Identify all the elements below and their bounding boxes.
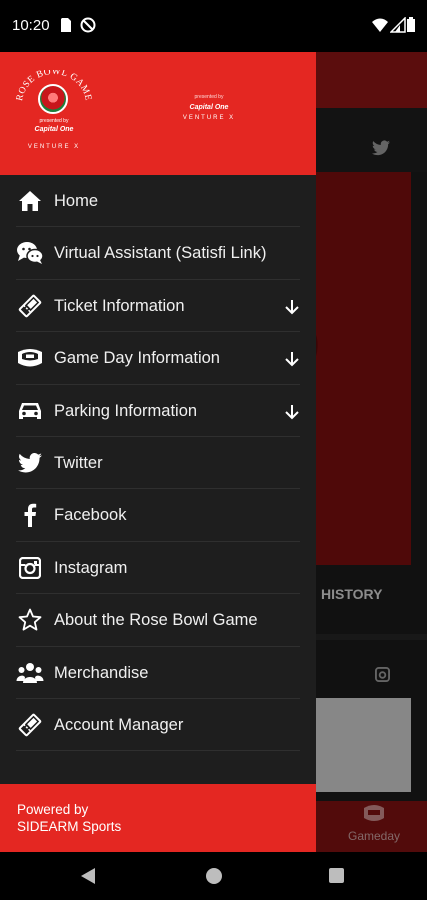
menu-item-label: Merchandise xyxy=(54,663,149,682)
menu-item-instagram[interactable]: Instagram xyxy=(0,542,316,595)
expand-arrow-icon[interactable] xyxy=(282,402,302,422)
instagram-icon xyxy=(16,554,44,582)
wifi-icon xyxy=(372,18,388,32)
menu-item-label: Virtual Assistant (Satisfi Link) xyxy=(54,244,267,263)
powered-by-text: Powered by xyxy=(17,802,89,817)
menu-item-label: Facebook xyxy=(54,506,127,525)
home-icon xyxy=(16,187,44,215)
menu-item-virtual-assistant[interactable]: Virtual Assistant (Satisfi Link) xyxy=(0,227,316,280)
menu-item-ticket-information[interactable]: Ticket Information xyxy=(0,280,316,333)
rose-icon xyxy=(38,84,68,114)
drawer-menu: Home Virtual Assistant (Satisfi Link) Ti… xyxy=(0,175,316,752)
status-bar: 10:20 xyxy=(0,0,427,52)
twitter-icon xyxy=(16,449,44,477)
drawer-header: ROSE BOWL GAME presented by Capital One … xyxy=(0,52,316,175)
menu-item-label: Parking Information xyxy=(54,401,198,420)
divider xyxy=(16,750,300,752)
car-icon xyxy=(16,397,44,425)
menu-item-game-day-information[interactable]: Game Day Information xyxy=(0,332,316,385)
sponsor-venture-text: VENTURE X xyxy=(182,115,236,121)
recents-button[interactable] xyxy=(329,868,344,883)
menu-item-label: Ticket Information xyxy=(54,296,185,315)
menu-item-label: Game Day Information xyxy=(54,349,220,368)
navigation-drawer: ROSE BOWL GAME presented by Capital One … xyxy=(0,52,316,852)
sponsor-logo: presented by Capital One VENTURE X xyxy=(176,94,242,121)
menu-item-about[interactable]: About the Rose Bowl Game xyxy=(0,594,316,647)
expand-arrow-icon[interactable] xyxy=(282,349,302,369)
menu-item-label: Twitter xyxy=(54,453,103,472)
sponsor-presented-text: presented by xyxy=(194,94,224,100)
ticket-icon xyxy=(16,711,44,739)
sponsor-name-text: Capital One xyxy=(189,104,229,111)
signal-icon xyxy=(390,17,406,33)
expand-arrow-icon[interactable] xyxy=(282,297,302,317)
home-button[interactable] xyxy=(206,868,222,884)
back-icon[interactable] xyxy=(80,867,96,885)
battery-icon xyxy=(407,17,415,32)
ticket-icon xyxy=(16,292,44,320)
menu-item-home[interactable]: Home xyxy=(0,175,316,228)
drawer-footer[interactable]: Powered by SIDEARM Sports xyxy=(0,784,316,852)
rose-bowl-logo[interactable]: ROSE BOWL GAME presented by Capital One … xyxy=(16,70,92,158)
menu-item-label: Instagram xyxy=(54,558,128,577)
menu-item-label: About the Rose Bowl Game xyxy=(54,611,258,630)
stadium-icon xyxy=(16,344,44,372)
menu-item-account-manager[interactable]: Account Manager xyxy=(0,699,316,752)
menu-item-twitter[interactable]: Twitter xyxy=(0,437,316,490)
sidearm-sports-text: SIDEARM Sports xyxy=(17,819,122,834)
logo-venture-text: VENTURE X xyxy=(27,144,81,150)
logo-presented-text: presented by xyxy=(39,118,69,124)
facebook-icon xyxy=(16,501,44,529)
system-nav-bar xyxy=(0,852,427,900)
chat-icon xyxy=(16,239,44,267)
menu-item-parking-information[interactable]: Parking Information xyxy=(0,385,316,437)
menu-item-merchandise[interactable]: Merchandise xyxy=(0,647,316,699)
menu-item-facebook[interactable]: Facebook xyxy=(0,489,316,542)
status-time: 10:20 xyxy=(12,17,50,34)
menu-item-label: Home xyxy=(54,192,99,210)
logo-sponsor-text: Capital One xyxy=(34,126,74,133)
star-icon xyxy=(16,606,44,634)
do-not-disturb-icon xyxy=(80,17,96,33)
menu-item-label: Account Manager xyxy=(54,715,184,734)
sd-card-icon xyxy=(61,18,71,32)
people-icon xyxy=(16,659,44,687)
